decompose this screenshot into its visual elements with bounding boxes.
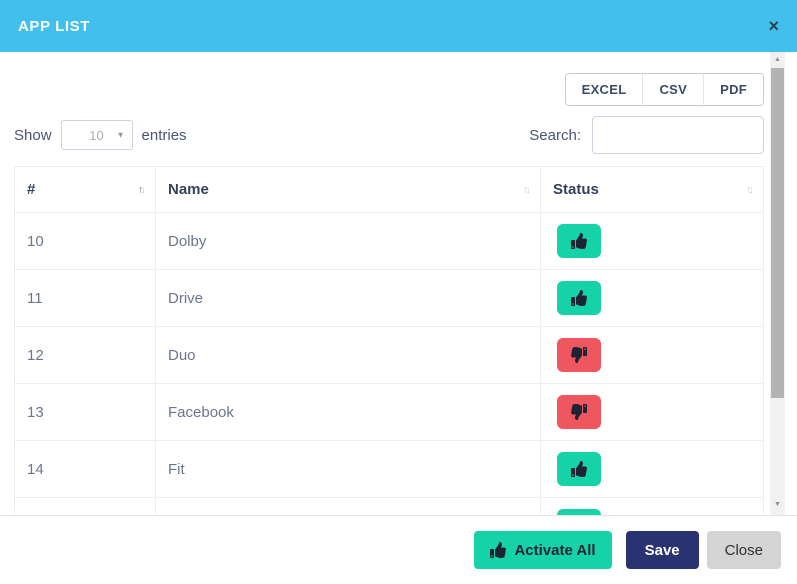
close-button[interactable]: Close: [707, 531, 781, 569]
export-excel-button[interactable]: EXCEL: [566, 74, 643, 105]
column-label: Name: [168, 181, 209, 198]
entries-select-value: 10: [89, 128, 103, 143]
row-status-cell: [541, 213, 764, 270]
export-csv-button[interactable]: CSV: [642, 74, 703, 105]
row-id: 10: [15, 213, 156, 270]
modal-footer: Activate All Save Close: [0, 515, 797, 584]
search-label: Search:: [529, 127, 581, 144]
app-list-modal: APP LIST × EXCEL CSV PDF Show 10 ▼ entri…: [0, 0, 797, 584]
scroll-down-icon[interactable]: ▼: [770, 499, 785, 511]
row-name: Fit: [156, 441, 541, 498]
row-status-cell: [541, 498, 764, 516]
show-label: Show: [14, 127, 52, 144]
thumbs-up-icon: [490, 542, 506, 558]
search-input[interactable]: [592, 116, 764, 154]
status-toggle-button[interactable]: [557, 452, 601, 486]
thumb-icon: [571, 233, 587, 249]
table-row: [15, 498, 764, 516]
row-id: 11: [15, 270, 156, 327]
thumb-icon: [571, 404, 587, 420]
table-row: 13 Facebook: [15, 384, 764, 441]
table-body: 10 Dolby 11 Drive 12 Duo 13 Facebook: [15, 213, 764, 516]
row-id: 12: [15, 327, 156, 384]
column-label: Status: [553, 181, 599, 198]
export-pdf-button[interactable]: PDF: [703, 74, 763, 105]
export-row: EXCEL CSV PDF: [14, 73, 764, 106]
row-status-cell: [541, 441, 764, 498]
status-toggle-button[interactable]: [557, 338, 601, 372]
entries-select[interactable]: 10 ▼: [61, 120, 133, 150]
entries-label: entries: [142, 127, 187, 144]
sort-icon: ↑↓: [138, 184, 146, 196]
export-button-group: EXCEL CSV PDF: [565, 73, 764, 106]
row-name: [156, 498, 541, 516]
table-row: 10 Dolby: [15, 213, 764, 270]
thumb-icon: [571, 347, 587, 363]
row-name: Facebook: [156, 384, 541, 441]
column-header-id[interactable]: # ↑↓: [15, 167, 156, 213]
activate-all-button[interactable]: Activate All: [474, 531, 611, 569]
status-toggle-button[interactable]: [557, 395, 601, 429]
thumb-icon: [571, 461, 587, 477]
save-button[interactable]: Save: [626, 531, 699, 569]
modal-title: APP LIST: [18, 18, 90, 35]
status-toggle-button[interactable]: [557, 224, 601, 258]
modal-body: EXCEL CSV PDF Show 10 ▼ entries Search:: [0, 52, 797, 515]
row-id: [15, 498, 156, 516]
table-header-row: # ↑↓ Name ↑↓ Status ↑↓: [15, 167, 764, 213]
chevron-down-icon: ▼: [117, 130, 125, 139]
row-status-cell: [541, 327, 764, 384]
thumb-icon: [571, 290, 587, 306]
status-toggle-button[interactable]: [557, 281, 601, 315]
scroll-up-icon[interactable]: ▲: [770, 54, 785, 66]
status-toggle-button[interactable]: [557, 509, 601, 515]
table-row: 11 Drive: [15, 270, 764, 327]
table-row: 12 Duo: [15, 327, 764, 384]
row-status-cell: [541, 384, 764, 441]
row-status-cell: [541, 270, 764, 327]
sort-icon: ↑↓: [523, 184, 531, 196]
vertical-scrollbar[interactable]: ▲ ▼: [770, 52, 785, 515]
row-name: Duo: [156, 327, 541, 384]
column-header-name[interactable]: Name ↑↓: [156, 167, 541, 213]
column-label: #: [27, 181, 35, 198]
row-id: 13: [15, 384, 156, 441]
table-controls-row: Show 10 ▼ entries Search:: [14, 116, 764, 154]
column-header-status[interactable]: Status ↑↓: [541, 167, 764, 213]
activate-all-label: Activate All: [514, 542, 595, 559]
entries-length-control: Show 10 ▼ entries: [14, 120, 187, 150]
modal-header: APP LIST ×: [0, 0, 797, 52]
scrollbar-thumb[interactable]: [771, 68, 784, 398]
close-icon[interactable]: ×: [768, 17, 779, 35]
row-id: 14: [15, 441, 156, 498]
row-name: Drive: [156, 270, 541, 327]
app-table: # ↑↓ Name ↑↓ Status ↑↓ 10 Dolby: [14, 166, 764, 515]
row-name: Dolby: [156, 213, 541, 270]
table-row: 14 Fit: [15, 441, 764, 498]
sort-icon: ↑↓: [746, 184, 754, 196]
search-control: Search:: [529, 116, 764, 154]
